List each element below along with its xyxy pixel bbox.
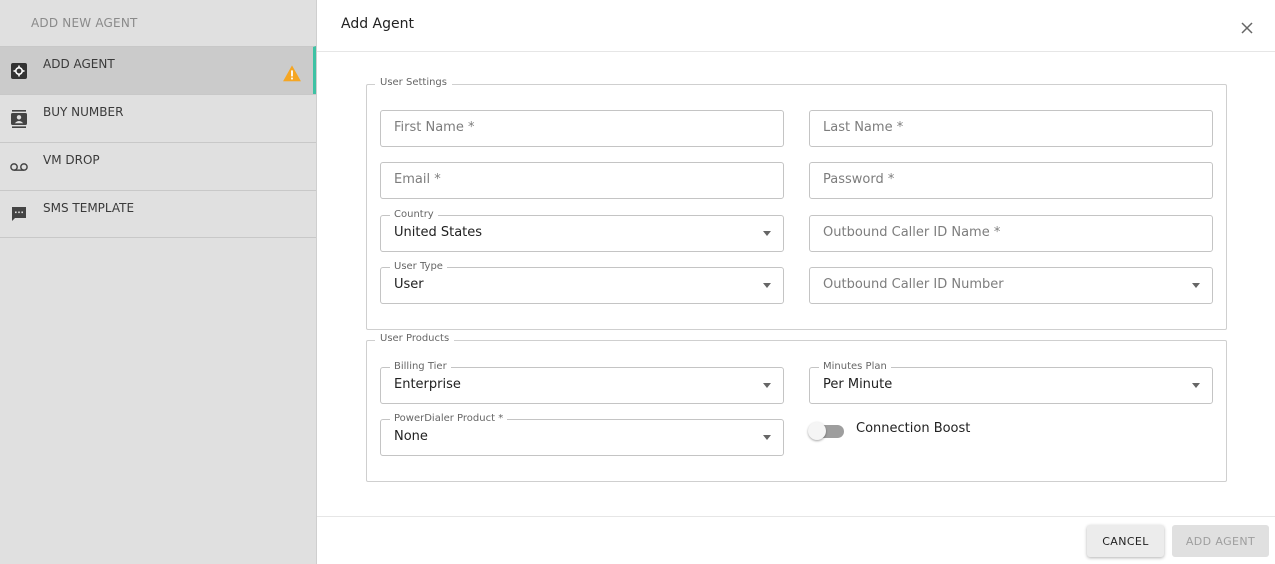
- country-value: United States: [394, 225, 483, 240]
- chevron-down-icon: [763, 231, 771, 236]
- voicemail-icon: [10, 158, 28, 176]
- last-name-placeholder: Last Name *: [823, 120, 904, 135]
- billing-tier-value: Enterprise: [394, 377, 461, 392]
- dialog-header: Add Agent: [317, 0, 1275, 52]
- user-type-select[interactable]: User Type User: [380, 261, 784, 304]
- connection-boost-label: Connection Boost: [856, 421, 971, 436]
- warning-icon: [283, 64, 301, 81]
- sidebar-item-label: SMS TEMPLATE: [43, 201, 135, 215]
- minutes-plan-value: Per Minute: [823, 377, 893, 392]
- powerdialer-label: PowerDialer Product *: [390, 413, 508, 424]
- user-products-group: User Products: [366, 333, 1227, 482]
- chevron-down-icon: [763, 383, 771, 388]
- sidebar-item-buy-number[interactable]: BUY NUMBER: [0, 94, 316, 142]
- sidebar-item-label: ADD AGENT: [43, 57, 115, 71]
- password-field[interactable]: Password *: [809, 162, 1213, 199]
- sidebar-item-add-agent[interactable]: ADD AGENT: [0, 46, 316, 94]
- user-type-value: User: [394, 277, 424, 292]
- sidebar-header: ADD NEW AGENT: [31, 16, 138, 30]
- gear-box-icon: [10, 62, 28, 80]
- chevron-down-icon: [763, 283, 771, 288]
- minutes-plan-label: Minutes Plan: [819, 361, 891, 372]
- chevron-down-icon: [1192, 283, 1200, 288]
- contact-card-icon: [10, 109, 28, 128]
- last-name-field[interactable]: Last Name *: [809, 110, 1213, 147]
- close-icon[interactable]: [1239, 20, 1255, 36]
- dialog-footer: CANCEL ADD AGENT: [317, 516, 1275, 564]
- caller-id-name-field[interactable]: Outbound Caller ID Name *: [809, 215, 1213, 252]
- dialog-title: Add Agent: [341, 16, 414, 32]
- sidebar-item-label: BUY NUMBER: [43, 105, 124, 119]
- chevron-down-icon: [763, 435, 771, 440]
- user-settings-legend: User Settings: [375, 77, 452, 88]
- sidebar: ADD NEW AGENT ADD AGENT BUY NUMBER VM DR…: [0, 0, 317, 564]
- add-agent-button[interactable]: ADD AGENT: [1172, 525, 1269, 557]
- first-name-field[interactable]: First Name *: [380, 110, 784, 147]
- caller-id-name-placeholder: Outbound Caller ID Name *: [823, 225, 1001, 240]
- powerdialer-select[interactable]: PowerDialer Product * None: [380, 413, 784, 456]
- powerdialer-value: None: [394, 429, 428, 444]
- first-name-placeholder: First Name *: [394, 120, 475, 135]
- sidebar-item-sms-template[interactable]: SMS TEMPLATE: [0, 190, 316, 238]
- password-placeholder: Password *: [823, 172, 895, 187]
- email-field[interactable]: Email *: [380, 162, 784, 199]
- billing-tier-label: Billing Tier: [390, 361, 451, 372]
- connection-boost-toggle[interactable]: [808, 422, 848, 440]
- add-agent-dialog: Add Agent User Settings First Name * Las…: [317, 0, 1275, 564]
- sidebar-item-vm-drop[interactable]: VM DROP: [0, 142, 316, 190]
- user-products-legend: User Products: [375, 333, 455, 344]
- cancel-button[interactable]: CANCEL: [1087, 525, 1164, 557]
- caller-id-number-placeholder: Outbound Caller ID Number: [823, 277, 1004, 292]
- message-icon: [10, 205, 28, 223]
- toggle-knob: [808, 422, 826, 440]
- sidebar-item-label: VM DROP: [43, 153, 100, 167]
- country-select[interactable]: Country United States: [380, 209, 784, 252]
- minutes-plan-select[interactable]: Minutes Plan Per Minute: [809, 361, 1213, 404]
- email-placeholder: Email *: [394, 172, 441, 187]
- caller-id-number-select[interactable]: Outbound Caller ID Number: [809, 267, 1213, 304]
- user-type-label: User Type: [390, 261, 447, 272]
- billing-tier-select[interactable]: Billing Tier Enterprise: [380, 361, 784, 404]
- chevron-down-icon: [1192, 383, 1200, 388]
- country-label: Country: [390, 209, 438, 220]
